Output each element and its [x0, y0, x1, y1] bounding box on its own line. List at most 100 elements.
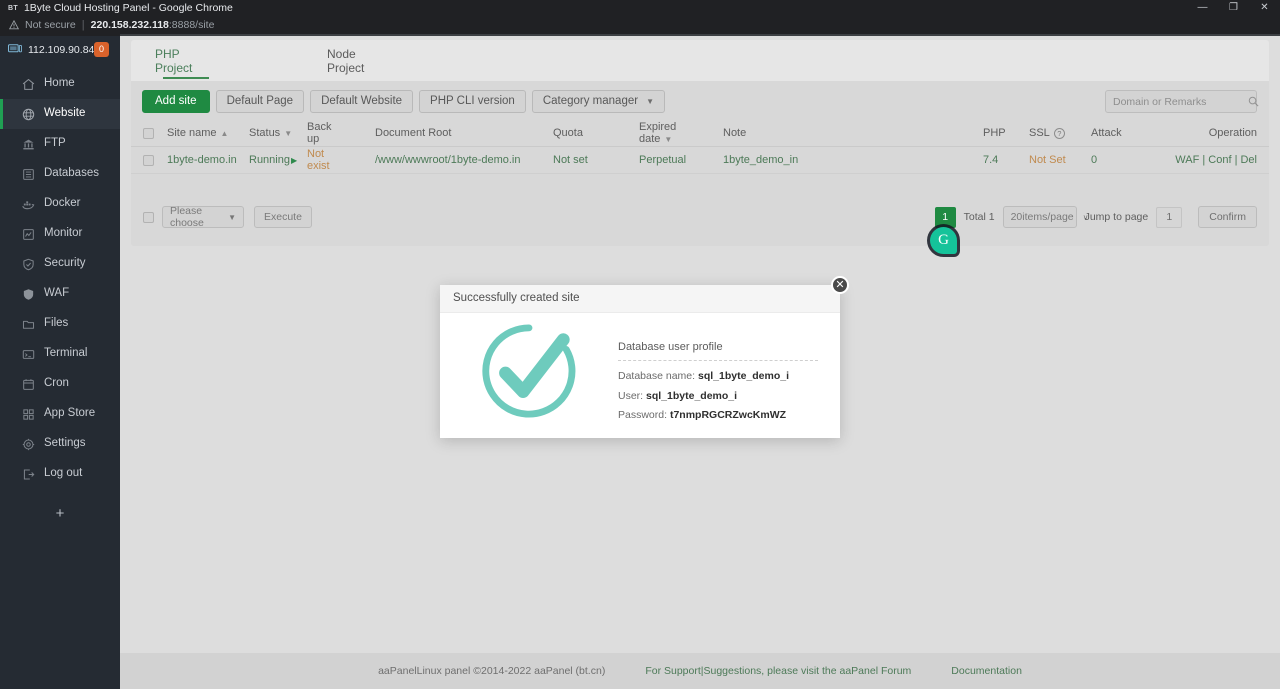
sidebar-item-label: Files — [44, 317, 69, 330]
help-icon[interactable]: ? — [1053, 128, 1065, 140]
items-per-page-select[interactable]: 20items/page ∨ — [1002, 206, 1089, 228]
bulk-action-select[interactable]: Please choose ▼ — [162, 205, 244, 229]
grammarly-badge-icon[interactable]: G — [930, 227, 957, 254]
close-icon[interactable]: ✕ — [831, 276, 849, 294]
default-page-button[interactable]: Default Page — [215, 90, 305, 113]
sidebar: 112.109.90.84 0 Home Website FTP Databas… — [0, 36, 120, 689]
column-site-name[interactable]: Site name ▲ — [167, 127, 249, 139]
footer-support-link[interactable]: For Support|Suggestions, please visit th… — [645, 665, 911, 677]
sidebar-item-home[interactable]: Home — [0, 69, 120, 99]
site-table: Site name ▲ Status ▼ Back up Document Root… — [131, 120, 1269, 174]
database-user-line: User: sql_1byte_demo_i — [618, 390, 830, 403]
monitor-icon — [22, 228, 35, 241]
sidebar-badge-count: 0 — [94, 42, 109, 57]
search-box[interactable] — [1105, 90, 1259, 113]
row-checkbox[interactable] — [143, 154, 154, 166]
site-favicon: BT — [8, 4, 18, 12]
sidebar-item-label: Databases — [44, 167, 99, 180]
sidebar-item-monitor[interactable]: Monitor — [0, 219, 120, 249]
sidebar-item-log-out[interactable]: Log out — [0, 459, 120, 489]
column-status[interactable]: Status ▼ — [249, 127, 307, 139]
globe-icon — [22, 108, 35, 121]
minimize-icon[interactable]: — — [1187, 0, 1218, 16]
folder-icon — [22, 318, 35, 331]
browser-titlebar: BT 1Byte Cloud Hosting Panel - Google Ch… — [0, 0, 1280, 16]
terminal-icon — [22, 348, 35, 361]
sidebar-item-label: FTP — [44, 137, 66, 150]
bulk-select-checkbox[interactable] — [143, 211, 154, 223]
browser-chrome: BT 1Byte Cloud Hosting Panel - Google Ch… — [0, 0, 1280, 36]
maximize-icon[interactable]: ❐ — [1218, 0, 1249, 16]
sidebar-item-settings[interactable]: Settings — [0, 429, 120, 459]
sidebar-item-label: Docker — [44, 197, 81, 210]
table-row[interactable]: 1byte-demo.in Running▶ Not exist /www/ww… — [131, 147, 1269, 174]
docker-icon — [22, 198, 35, 211]
tab-php-project[interactable]: PHP Project — [155, 40, 217, 81]
cell-ssl[interactable]: Not Set — [1029, 154, 1091, 166]
url-host: 220.158.232.118 — [90, 18, 169, 31]
total-count-label: Total 1 — [963, 211, 995, 223]
footer-documentation-link[interactable]: Documentation — [951, 665, 1022, 677]
database-name-label: Database name: — [618, 370, 696, 382]
add-site-button[interactable]: Add site — [142, 90, 210, 113]
jump-to-page-label: Jump to page — [1084, 211, 1149, 223]
sidebar-item-label: WAF — [44, 287, 70, 300]
select-all-checkbox[interactable] — [143, 127, 154, 139]
cell-attack: 0 — [1091, 154, 1098, 166]
cell-quota: Not set — [553, 154, 588, 166]
shield-icon — [22, 258, 35, 271]
tab-node-project[interactable]: Node Project — [327, 40, 395, 81]
sidebar-item-files[interactable]: Files — [0, 309, 120, 339]
database-icon — [22, 168, 35, 181]
sidebar-item-cron[interactable]: Cron — [0, 369, 120, 399]
server-ip-label: 112.109.90.84 — [28, 44, 95, 57]
cell-php: 7.4 — [983, 154, 999, 166]
sidebar-item-app-store[interactable]: App Store — [0, 399, 120, 429]
cell-site-name[interactable]: 1byte-demo.in — [167, 154, 249, 166]
sidebar-item-label: Cron — [44, 377, 69, 390]
cell-operation[interactable]: WAF | Conf | Del — [1163, 154, 1257, 166]
search-input[interactable] — [1113, 95, 1248, 108]
default-website-button[interactable]: Default Website — [310, 90, 414, 113]
database-name-line: Database name: sql_1byte_demo_i — [618, 370, 830, 383]
sidebar-item-label: Monitor — [44, 227, 83, 240]
column-quota: Quota — [553, 127, 583, 139]
pagination-controls: 1 Total 1 20items/page ∨ Jump to page Co… — [934, 206, 1257, 228]
database-user-value: sql_1byte_demo_i — [646, 389, 738, 402]
sidebar-item-terminal[interactable]: Terminal — [0, 339, 120, 369]
sidebar-server-header[interactable]: 112.109.90.84 0 — [0, 36, 120, 65]
play-icon[interactable]: ▶ — [291, 156, 297, 165]
browser-urlbar[interactable]: Not secure | 220.158.232.118 :8888/site — [0, 16, 1280, 34]
waf-shield-icon — [22, 288, 35, 301]
search-icon[interactable] — [1248, 96, 1259, 107]
modal-body: Database user profile Database name: sql… — [440, 313, 840, 438]
window-controls: — ❐ ✕ — [1187, 0, 1280, 16]
sidebar-item-docker[interactable]: Docker — [0, 189, 120, 219]
sidebar-add-button[interactable]: + — [0, 498, 120, 528]
category-manager-dropdown[interactable]: Category manager ▼ — [531, 90, 665, 113]
column-document-root: Document Root — [375, 127, 452, 139]
confirm-button[interactable]: Confirm — [1198, 206, 1257, 228]
execute-button[interactable]: Execute — [254, 206, 312, 228]
sidebar-item-website[interactable]: Website — [0, 99, 120, 129]
column-operation: Operation — [1208, 127, 1257, 139]
cell-status: Running▶ — [249, 154, 298, 166]
page-number-1[interactable]: 1 — [934, 206, 956, 228]
php-cli-version-button[interactable]: PHP CLI version — [419, 90, 526, 113]
column-backup: Back up — [307, 121, 332, 145]
database-name-value: sql_1byte_demo_i — [697, 370, 790, 382]
jump-to-page-input[interactable] — [1156, 206, 1183, 228]
url-separator: | — [81, 18, 85, 31]
filter-icon: ▼ — [284, 129, 293, 138]
sidebar-item-waf[interactable]: WAF — [0, 279, 120, 309]
calendar-icon — [22, 378, 35, 391]
url-text: 220.158.232.118 :8888/site — [91, 20, 215, 31]
sidebar-item-security[interactable]: Security — [0, 249, 120, 279]
sidebar-item-ftp[interactable]: FTP — [0, 129, 120, 159]
sidebar-item-databases[interactable]: Databases — [0, 159, 120, 189]
site-toolbar: Add site Default Page Default Website PH… — [142, 90, 665, 113]
close-icon[interactable]: ✕ — [1249, 0, 1280, 16]
sidebar-item-label: Settings — [44, 437, 86, 450]
cell-document-root[interactable]: /www/wwwroot/1byte-demo.in — [343, 154, 553, 166]
column-expired-date[interactable]: Expired date ▼ — [639, 121, 705, 145]
